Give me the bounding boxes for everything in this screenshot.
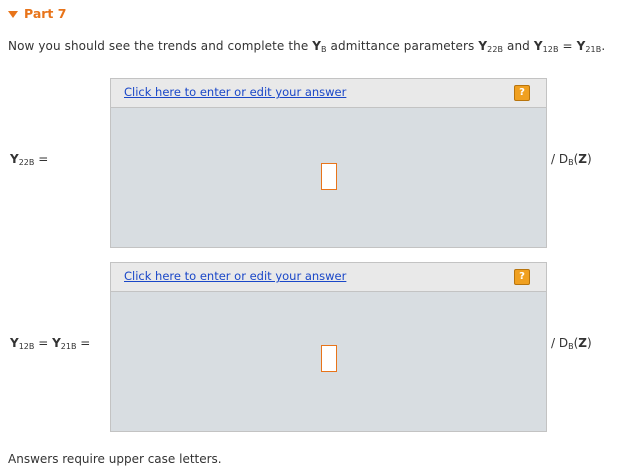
y22b-label: Y22B = bbox=[10, 152, 49, 167]
answer-toolbar: Click here to enter or edit your answer … bbox=[111, 263, 546, 292]
answer-box-y12b[interactable]: Click here to enter or edit your answer … bbox=[110, 262, 547, 432]
answer-toolbar: Click here to enter or edit your answer … bbox=[111, 79, 546, 108]
part-header[interactable]: Part 7 bbox=[8, 6, 66, 21]
footer-note: Answers require upper case letters. bbox=[8, 452, 222, 466]
help-icon[interactable]: ? bbox=[514, 269, 530, 285]
denominator-label: / DB(Z) bbox=[551, 152, 592, 167]
answer-input-cursor[interactable] bbox=[321, 345, 337, 372]
collapse-triangle-icon[interactable] bbox=[8, 10, 18, 18]
answer-box-y22b[interactable]: Click here to enter or edit your answer … bbox=[110, 78, 547, 248]
edit-answer-link[interactable]: Click here to enter or edit your answer bbox=[124, 85, 346, 99]
question-prompt: Now you should see the trends and comple… bbox=[8, 39, 606, 54]
edit-answer-link[interactable]: Click here to enter or edit your answer bbox=[124, 269, 346, 283]
part-title: Part 7 bbox=[24, 6, 67, 21]
answer-input-cursor[interactable] bbox=[321, 163, 337, 190]
y12b-y21b-label: Y12B = Y21B = bbox=[10, 336, 91, 351]
denominator-label: / DB(Z) bbox=[551, 336, 592, 351]
help-icon[interactable]: ? bbox=[514, 85, 530, 101]
